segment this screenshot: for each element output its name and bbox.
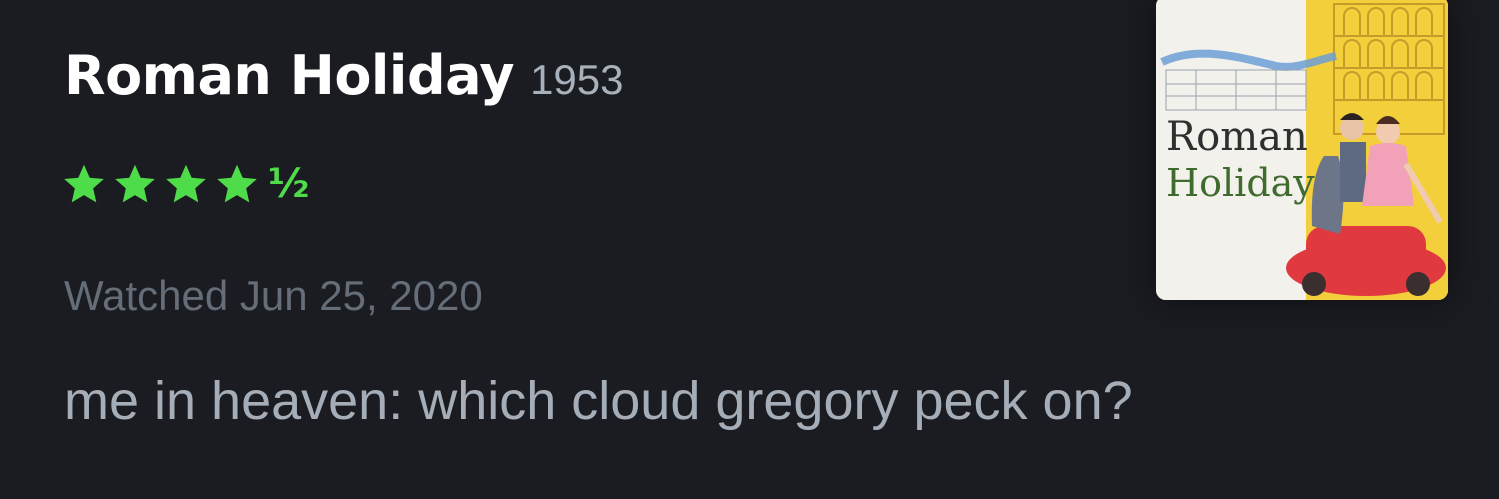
poster-title-line2: Holiday [1166,161,1315,205]
film-poster[interactable]: Roman Holiday [1156,0,1448,300]
star-icon [164,162,208,206]
star-rating: ½ [62,162,309,206]
star-icon [215,162,259,206]
review-text: me in heaven: which cloud gregory peck o… [64,371,1133,431]
poster-artwork: Roman Holiday [1156,0,1448,300]
half-star-icon: ½ [268,161,310,207]
poster-title-line1: Roman [1166,114,1308,160]
review-card: Roman Holiday 1953 ½ Watched Jun 25, 202… [0,0,1499,499]
film-title[interactable]: Roman Holiday [64,44,515,107]
star-icon [62,162,106,206]
film-title-row: Roman Holiday 1953 [64,44,624,107]
film-year[interactable]: 1953 [530,56,623,104]
watched-date: Watched Jun 25, 2020 [64,272,483,319]
star-icon [113,162,157,206]
